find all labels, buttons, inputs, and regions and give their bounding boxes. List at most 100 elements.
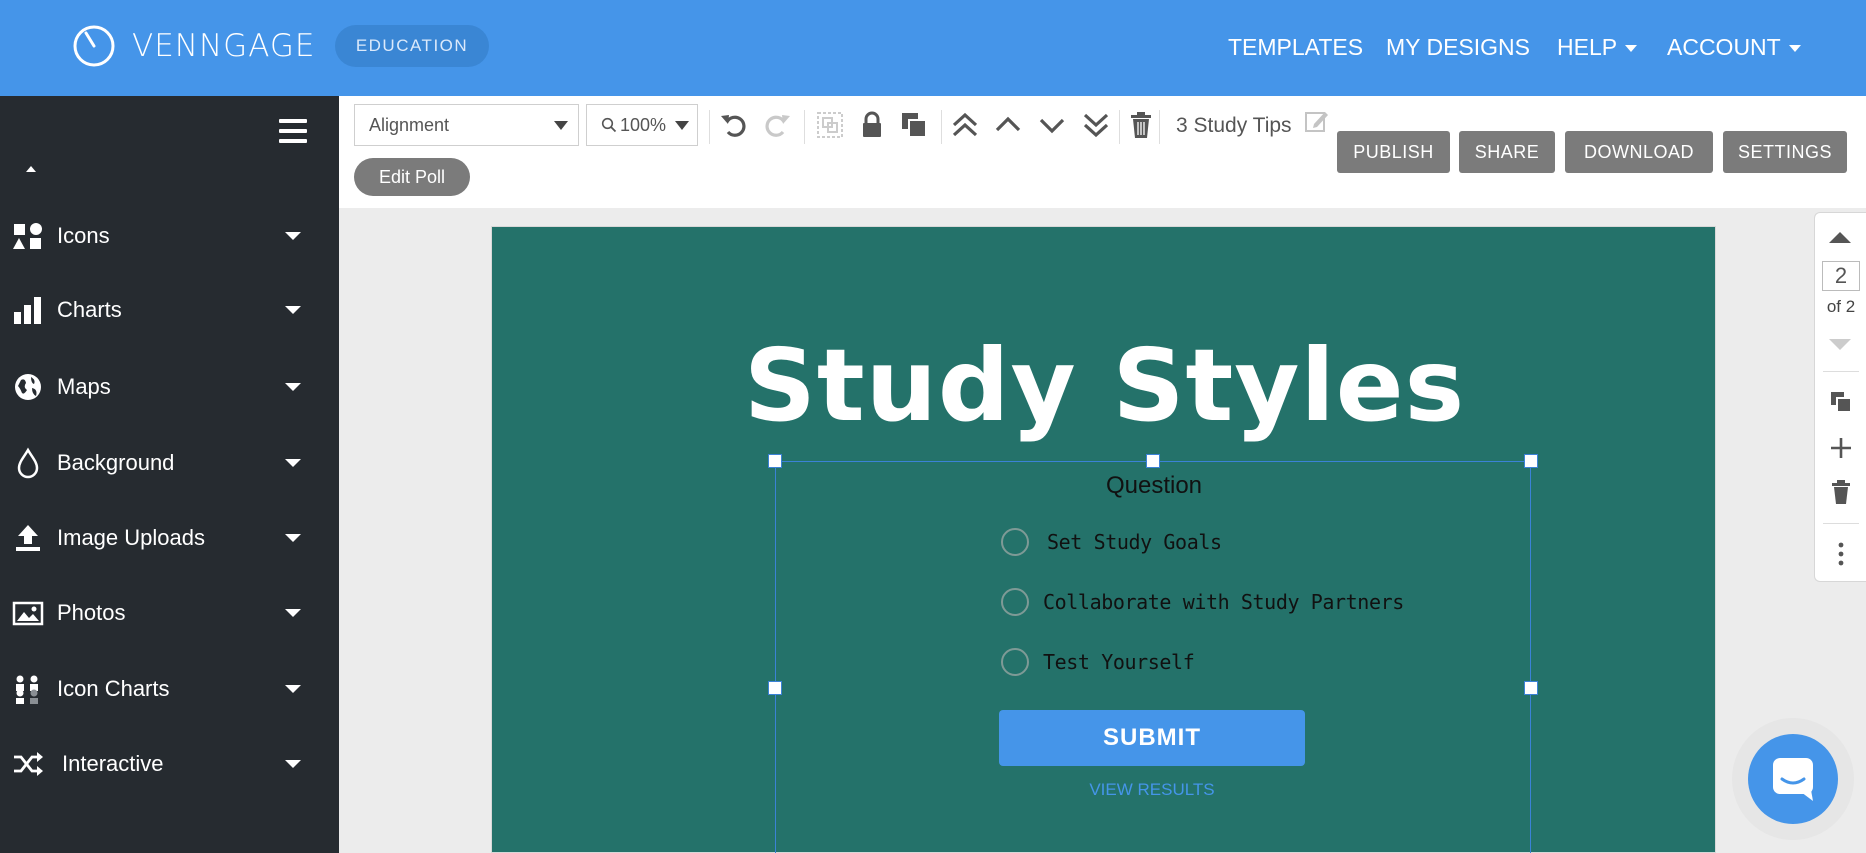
- more-options-icon[interactable]: [1828, 541, 1854, 567]
- clock-logo-icon: [73, 25, 115, 67]
- nav-my-designs-link[interactable]: MY DESIGNS: [1386, 34, 1530, 61]
- poll-option-label: Test Yourself: [1043, 650, 1195, 674]
- chevron-down-icon: [554, 121, 568, 130]
- send-to-back-icon[interactable]: [1081, 110, 1111, 140]
- redo-icon[interactable]: [762, 110, 792, 140]
- resize-handle-top-left[interactable]: [768, 454, 782, 468]
- chevron-down-icon: [285, 760, 301, 768]
- left-sidebar: Icons Charts Maps Background Image Uploa…: [0, 96, 339, 853]
- page-up-icon[interactable]: [1829, 232, 1851, 243]
- download-button[interactable]: DOWNLOAD: [1565, 131, 1713, 173]
- chevron-down-icon: [1625, 45, 1638, 53]
- resize-handle-left[interactable]: [768, 681, 782, 695]
- upload-icon: [16, 525, 40, 551]
- chat-bubble-icon: [1773, 758, 1813, 801]
- sidebar-item-label: Background: [57, 450, 175, 475]
- current-page-input[interactable]: 2: [1822, 261, 1860, 291]
- toolbar-divider: [941, 110, 942, 144]
- nav-account-label: ACCOUNT: [1667, 34, 1781, 60]
- bar-chart-icon: [14, 297, 41, 324]
- chevron-down-icon: [285, 232, 301, 240]
- sidebar-item-background[interactable]: Background: [0, 433, 339, 493]
- toolbar-divider: [709, 110, 710, 144]
- send-backward-icon[interactable]: [1037, 110, 1067, 140]
- trash-icon[interactable]: [1126, 110, 1156, 140]
- poll-option-2[interactable]: Collaborate with Study Partners: [1001, 588, 1404, 616]
- poll-option-3[interactable]: Test Yourself: [1001, 648, 1195, 676]
- duplicate-icon[interactable]: [899, 110, 929, 140]
- poll-widget[interactable]: Question Set Study Goals Collaborate wit…: [768, 454, 1538, 853]
- copy-page-icon[interactable]: [1828, 389, 1854, 415]
- radio-button[interactable]: [1001, 588, 1029, 616]
- delete-page-icon[interactable]: [1828, 479, 1854, 505]
- sidebar-item-label: Maps: [57, 374, 111, 399]
- poll-view-results-link[interactable]: VIEW RESULTS: [999, 780, 1305, 800]
- sidebar-item-icons[interactable]: Icons: [0, 206, 339, 266]
- zoom-dropdown-value: 100%: [620, 114, 667, 135]
- toolbar-divider: [1159, 110, 1160, 144]
- nav-account-menu[interactable]: ACCOUNT: [1667, 34, 1801, 61]
- top-navigation-bar: VENNGAGE EDUCATION TEMPLATES MY DESIGNS …: [0, 0, 1866, 96]
- chat-launcher-button[interactable]: [1748, 734, 1838, 824]
- edit-pencil-icon[interactable]: [1304, 108, 1330, 134]
- education-badge[interactable]: EDUCATION: [335, 25, 489, 67]
- settings-button[interactable]: SETTINGS: [1723, 131, 1847, 173]
- nav-my-designs-label: MY DESIGNS: [1386, 34, 1530, 60]
- bring-to-front-icon[interactable]: [950, 110, 980, 140]
- document-title[interactable]: 3 Study Tips: [1176, 114, 1292, 138]
- sidebar-item-label: Image Uploads: [57, 525, 205, 550]
- share-button[interactable]: SHARE: [1459, 131, 1555, 173]
- nav-help-label: HELP: [1557, 34, 1618, 60]
- publish-button[interactable]: PUBLISH: [1337, 131, 1450, 173]
- shapes-icon: [13, 223, 42, 249]
- sidebar-item-icon-charts[interactable]: Icon Charts: [0, 659, 339, 719]
- sidebar-item-label: Icons: [57, 223, 110, 248]
- design-canvas[interactable]: Study Styles Question Set Study Goals Co…: [491, 226, 1716, 853]
- brand-name: VENNGAGE: [132, 28, 316, 64]
- radio-button[interactable]: [1001, 528, 1029, 556]
- lock-icon[interactable]: [857, 110, 887, 140]
- chevron-down-icon: [285, 459, 301, 467]
- chevron-down-icon: [285, 383, 301, 391]
- pictogram-icon: [16, 675, 38, 704]
- undo-icon[interactable]: [719, 110, 749, 140]
- panel-divider: [1823, 371, 1859, 372]
- canvas-heading[interactable]: Study Styles: [492, 327, 1717, 444]
- chevron-down-icon: [675, 121, 689, 130]
- chevron-down-icon: [285, 534, 301, 542]
- sidebar-item-maps[interactable]: Maps: [0, 357, 339, 417]
- sidebar-item-photos[interactable]: Photos: [0, 583, 339, 643]
- magnifier-icon: [601, 117, 617, 133]
- poll-question: Question: [1105, 472, 1203, 499]
- add-page-icon[interactable]: [1828, 435, 1854, 461]
- nav-templates-link[interactable]: TEMPLATES: [1228, 34, 1363, 61]
- sidebar-item-label: Icon Charts: [57, 676, 170, 701]
- resize-handle-right[interactable]: [1524, 681, 1538, 695]
- scroll-up-icon[interactable]: [26, 166, 36, 172]
- poll-option-1[interactable]: Set Study Goals: [1001, 528, 1222, 556]
- radio-button[interactable]: [1001, 648, 1029, 676]
- hamburger-menu-icon[interactable]: [279, 119, 307, 145]
- resize-handle-top-right[interactable]: [1524, 454, 1538, 468]
- alignment-dropdown-value: Alignment: [369, 114, 450, 135]
- nav-help-menu[interactable]: HELP: [1557, 34, 1638, 61]
- page-down-icon[interactable]: [1829, 339, 1851, 350]
- sidebar-item-interactive[interactable]: Interactive: [0, 734, 339, 794]
- resize-handle-top[interactable]: [1146, 454, 1160, 468]
- sidebar-item-charts[interactable]: Charts: [0, 280, 339, 340]
- group-icon[interactable]: [815, 110, 845, 140]
- poll-option-label: Collaborate with Study Partners: [1043, 590, 1404, 614]
- bring-forward-icon[interactable]: [993, 110, 1023, 140]
- poll-submit-button[interactable]: SUBMIT: [999, 710, 1305, 766]
- sidebar-item-image-uploads[interactable]: Image Uploads: [0, 508, 339, 568]
- zoom-dropdown[interactable]: 100%: [586, 104, 698, 146]
- panel-divider: [1823, 523, 1859, 524]
- chevron-down-icon: [285, 609, 301, 617]
- droplet-icon: [17, 447, 39, 479]
- page-navigator: 2 of 2: [1814, 212, 1866, 582]
- poll-option-label: Set Study Goals: [1047, 530, 1222, 554]
- alignment-dropdown[interactable]: Alignment: [354, 104, 579, 146]
- edit-poll-button[interactable]: Edit Poll: [354, 158, 470, 196]
- venngage-logo[interactable]: VENNGAGE: [72, 24, 315, 68]
- page-count-label: of 2: [1826, 297, 1856, 316]
